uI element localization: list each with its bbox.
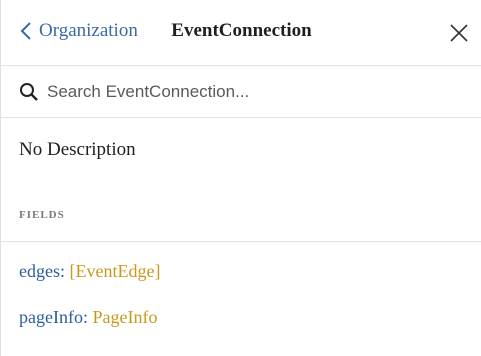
fields-section-label: FIELDS bbox=[19, 209, 65, 221]
type-bracket-close: ] bbox=[154, 261, 161, 281]
close-icon[interactable] bbox=[448, 22, 470, 44]
search-bar bbox=[1, 66, 481, 118]
field-row-edges: edges: [EventEdge] bbox=[19, 261, 160, 282]
field-separator: : bbox=[59, 261, 70, 281]
search-icon bbox=[20, 83, 38, 101]
field-name[interactable]: pageInfo bbox=[19, 307, 83, 327]
search-input[interactable] bbox=[47, 78, 447, 106]
chevron-left-icon bbox=[20, 22, 31, 40]
doc-explorer-panel: Organization EventConnection No Descript… bbox=[0, 0, 481, 356]
field-type-link[interactable]: EventEdge bbox=[76, 261, 155, 281]
field-name[interactable]: edges bbox=[19, 261, 60, 281]
type-description: No Description bbox=[19, 139, 136, 160]
doc-header: Organization EventConnection bbox=[1, 0, 481, 66]
back-label[interactable]: Organization bbox=[39, 20, 138, 42]
fields-section-header: FIELDS bbox=[1, 204, 481, 242]
field-row-pageinfo: pageInfo: PageInfo bbox=[19, 307, 157, 328]
field-type-link[interactable]: PageInfo bbox=[92, 307, 157, 327]
back-button[interactable]: Organization bbox=[19, 20, 138, 42]
